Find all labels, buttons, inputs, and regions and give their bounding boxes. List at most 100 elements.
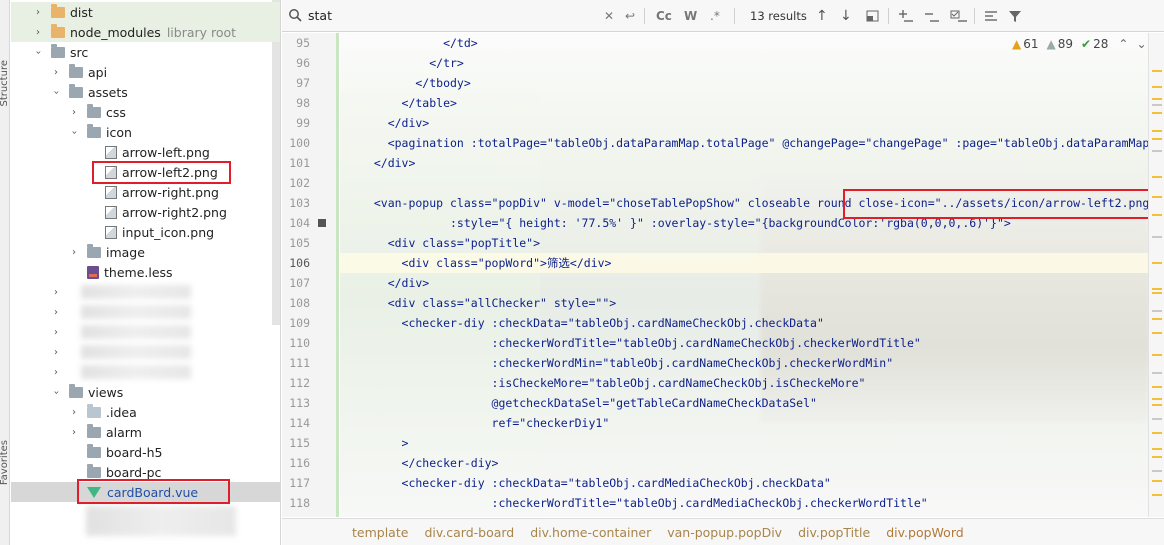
breadcrumb-item[interactable]: template [352, 525, 408, 540]
tree-item-hidden[interactable]: › [11, 322, 281, 342]
tree-item[interactable]: arrow-right.png [11, 182, 281, 202]
previous-highlight-icon[interactable]: ⌃ [1118, 37, 1128, 51]
collapsed-chevron-icon[interactable]: › [69, 407, 79, 418]
structure-tool-tab[interactable]: Structure [0, 60, 10, 107]
error-stripe-mark[interactable] [1152, 196, 1162, 198]
match-case-toggle[interactable]: Cc [656, 7, 672, 25]
next-highlight-icon[interactable]: ⌄ [1136, 37, 1146, 51]
breadcrumb-item[interactable]: div.card-board [424, 525, 514, 540]
filter-icon[interactable] [1008, 7, 1022, 25]
tree-item[interactable]: ›assets [11, 82, 281, 102]
tree-item-label: .idea [106, 405, 137, 420]
search-history-icon[interactable]: ↩ [625, 7, 635, 25]
breadcrumb-item[interactable]: div.home-container [530, 525, 651, 540]
tree-item-hidden[interactable]: › [11, 342, 281, 362]
collapsed-chevron-icon[interactable]: › [51, 327, 61, 338]
error-stripe-mark[interactable] [1152, 86, 1162, 88]
tree-item[interactable]: › .idea [11, 402, 281, 422]
inspection-widget[interactable]: ▲ 61 ▲ 89 ✔ 28 ⌃ ⌄ [1012, 37, 1147, 51]
error-stripe-mark[interactable] [1152, 262, 1162, 264]
tree-item[interactable]: arrow-right2.png [11, 202, 281, 222]
error-stripe-mark[interactable] [1152, 432, 1162, 434]
open-in-window-icon[interactable] [866, 7, 879, 25]
error-stripe-mark[interactable] [1152, 288, 1162, 290]
error-stripe-mark[interactable] [1152, 70, 1162, 72]
breadcrumb-item[interactable]: van-popup.popDiv [667, 525, 782, 540]
tree-item[interactable]: arrow-left.png [11, 142, 281, 162]
error-stripe-mark[interactable] [1152, 470, 1162, 472]
tree-item[interactable]: ›node_moduleslibrary root [11, 22, 281, 42]
expanded-chevron-icon[interactable]: › [33, 47, 44, 57]
favorites-tool-tab[interactable]: Favorites [0, 440, 10, 485]
error-stripe-mark[interactable] [1152, 318, 1162, 320]
error-stripe-mark[interactable] [1152, 130, 1162, 132]
collapsed-chevron-icon[interactable]: › [51, 67, 61, 78]
error-stripe-mark[interactable] [1152, 104, 1162, 106]
error-stripe-mark[interactable] [1152, 448, 1162, 450]
tree-item[interactable]: ›css [11, 102, 281, 122]
remove-occurrence-icon[interactable] [924, 7, 940, 25]
collapsed-chevron-icon[interactable]: › [69, 247, 79, 258]
error-stripe-mark[interactable] [1152, 310, 1162, 312]
search-input[interactable]: stat [308, 8, 332, 23]
error-stripe-mark[interactable] [1152, 480, 1162, 482]
expanded-chevron-icon[interactable]: › [69, 127, 80, 137]
error-stripe-mark[interactable] [1152, 418, 1162, 420]
error-stripe-mark[interactable] [1152, 404, 1162, 406]
error-stripe-mark[interactable] [1152, 236, 1162, 238]
error-stripe-mark[interactable] [1152, 354, 1162, 356]
tree-item[interactable]: › alarm [11, 422, 281, 442]
breadcrumb-item[interactable]: div.popTitle [798, 525, 870, 540]
tree-item-label: alarm [106, 425, 142, 440]
collapsed-chevron-icon[interactable]: › [51, 347, 61, 358]
error-stripe-mark[interactable] [1152, 138, 1162, 140]
tree-item[interactable]: ›views [11, 382, 281, 402]
collapsed-chevron-icon[interactable]: › [51, 367, 61, 378]
collapsed-chevron-icon[interactable]: › [33, 27, 43, 38]
error-stripe-mark[interactable] [1152, 176, 1162, 178]
breadcrumb-item[interactable]: div.popWord [886, 525, 963, 540]
tree-item[interactable]: ›src [11, 42, 281, 62]
whole-word-toggle[interactable]: W [684, 7, 697, 25]
error-stripe-mark[interactable] [1152, 150, 1162, 152]
next-occurrence-icon[interactable]: ↓ [840, 7, 852, 25]
error-stripe-mark[interactable] [1152, 98, 1162, 100]
error-stripe-mark[interactable] [1152, 386, 1162, 388]
error-stripe-mark[interactable] [1152, 214, 1162, 216]
line-number: 108 [282, 296, 310, 310]
error-stripe-mark[interactable] [1152, 456, 1162, 458]
error-stripe-mark[interactable] [1152, 332, 1162, 334]
options-icon[interactable] [984, 7, 998, 25]
tree-item[interactable]: ›dist [11, 2, 281, 22]
previous-occurrence-icon[interactable]: ↑ [816, 7, 828, 25]
error-stripe-mark[interactable] [1152, 112, 1162, 114]
bookmark-icon[interactable] [318, 219, 326, 227]
collapsed-chevron-icon[interactable]: › [69, 427, 79, 438]
add-occurrence-icon[interactable] [898, 7, 914, 25]
tree-item[interactable]: ›api [11, 62, 281, 82]
clear-search-icon[interactable]: ✕ [604, 7, 614, 25]
collapsed-chevron-icon[interactable]: › [33, 7, 43, 18]
error-stripe-mark[interactable] [1152, 494, 1162, 496]
collapsed-chevron-icon[interactable]: › [69, 107, 79, 118]
collapsed-chevron-icon[interactable]: › [51, 307, 61, 318]
select-all-occurrences-icon[interactable] [950, 7, 968, 25]
tree-item[interactable]: ›image [11, 242, 281, 262]
expanded-chevron-icon[interactable]: › [51, 387, 62, 397]
tree-item-hidden[interactable]: › [11, 362, 281, 382]
tree-item[interactable]: input_icon.png [11, 222, 281, 242]
tree-item-hidden[interactable]: › [11, 282, 281, 302]
regex-toggle[interactable]: .* [710, 7, 720, 25]
tree-item[interactable]: ›icon [11, 122, 281, 142]
tree-item-hidden[interactable]: › [11, 302, 281, 322]
error-stripe-mark[interactable] [1152, 372, 1162, 374]
error-stripe-mark[interactable] [1152, 292, 1162, 294]
tree-item[interactable]: board-h5 [11, 442, 281, 462]
expanded-chevron-icon[interactable]: › [51, 87, 62, 97]
collapsed-chevron-icon[interactable]: › [51, 287, 61, 298]
code-line: </div> [360, 273, 429, 293]
code-editor[interactable]: </td> </tr> </tbody> </table> </div> <pa… [340, 33, 1148, 517]
tree-item[interactable]: theme.less [11, 262, 281, 282]
search-icon[interactable] [288, 8, 302, 22]
error-stripe-mark[interactable] [1152, 398, 1162, 400]
